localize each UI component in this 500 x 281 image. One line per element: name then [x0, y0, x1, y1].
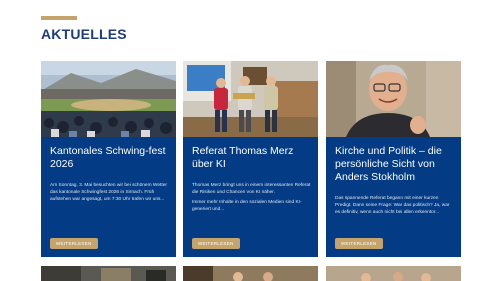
card-excerpt-paragraph: Thomas Merz bringt uns in einem interess… — [192, 183, 311, 195]
card-title[interactable]: Referat Thomas Merz über KI — [192, 145, 312, 171]
card-excerpt-paragraph: Immer mehr Inhalte in den sozialen Medie… — [192, 200, 302, 212]
card-excerpt: Thomas Merz bringt uns in einem interess… — [192, 182, 312, 216]
next-card-image[interactable] — [183, 266, 318, 281]
card-image-referat-merz[interactable] — [183, 61, 318, 137]
news-card-kirche-politik[interactable]: Kirche und Politik – die persönliche Sic… — [326, 61, 461, 257]
next-card-image[interactable] — [41, 266, 176, 281]
read-more-button[interactable]: WEITERLESEN — [50, 238, 98, 249]
section-title: AKTUELLES — [41, 26, 127, 42]
card-excerpt: Am Sonntag, 3. Mai besuchten wir bei sch… — [50, 182, 170, 206]
next-card-image[interactable] — [326, 266, 461, 281]
news-card-schwingfest[interactable]: Kantonales Schwing-fest 2026 Am Sonntag,… — [41, 61, 176, 257]
read-more-button[interactable]: WEITERLESEN — [192, 238, 240, 249]
read-more-button[interactable]: WEITERLESEN — [335, 238, 383, 249]
news-card-referat-merz[interactable]: Referat Thomas Merz über KI Thomas Merz … — [183, 61, 318, 257]
card-excerpt-paragraph: Das spannende Referat begann mit einer k… — [335, 196, 450, 215]
card-image-kirche-politik[interactable] — [326, 61, 461, 137]
card-excerpt-paragraph: Am Sonntag, 3. Mai besuchten wir bei sch… — [50, 183, 167, 202]
card-image-schwingfest[interactable] — [41, 61, 176, 137]
card-title[interactable]: Kantonales Schwing-fest 2026 — [50, 145, 170, 171]
card-title[interactable]: Kirche und Politik – die persönliche Sic… — [335, 145, 455, 184]
section-accent-bar — [41, 16, 77, 20]
card-excerpt: Das spannende Referat begann mit einer k… — [335, 195, 455, 219]
